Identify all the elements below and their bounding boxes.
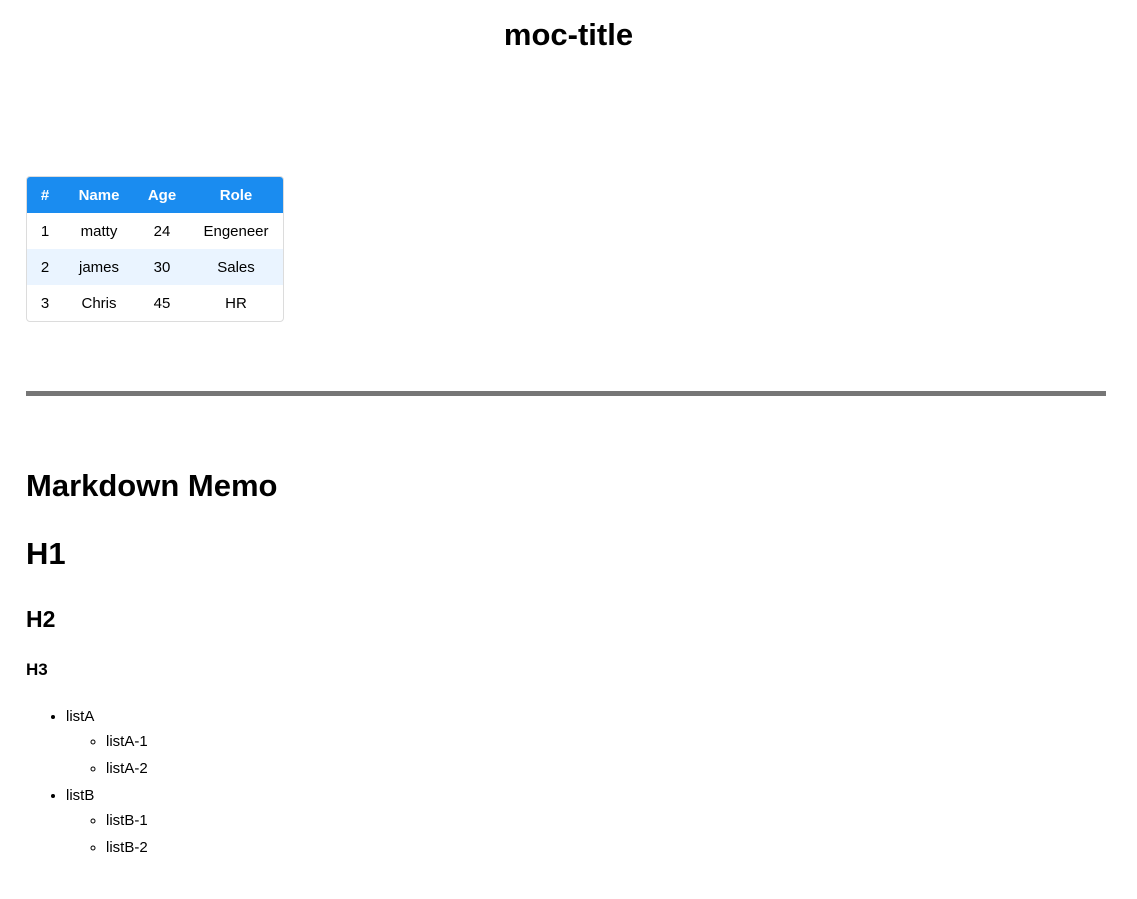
- list-item-label: listA: [66, 708, 95, 725]
- nested-list-item: listB-1: [106, 810, 148, 832]
- column-header-name: Name: [63, 177, 135, 213]
- table-cell: matty: [80, 222, 118, 240]
- table-cell: Chris: [81, 294, 117, 312]
- table-cell: Sales: [189, 249, 283, 285]
- page-title: moc-title: [503, 17, 634, 52]
- bullet-list: listA listA-1 listA-2 listB listB-1 list…: [26, 706, 148, 864]
- heading-h1: H1: [26, 536, 66, 571]
- table-cell: HR: [225, 294, 247, 312]
- heading-h2: H2: [26, 606, 56, 632]
- data-table: # Name Age Role 1 matty 24 Engeneer 2 ja…: [27, 177, 283, 321]
- table-row: 2 james 30 Sales: [27, 249, 283, 285]
- list-item: listA listA-1 listA-2: [66, 706, 148, 780]
- list-item: listB listB-1 listB-2: [66, 785, 148, 859]
- table-cell: 30: [135, 249, 189, 285]
- column-header-number: #: [27, 177, 63, 213]
- nested-list-item: listA-1: [106, 731, 148, 753]
- nested-list: listA-1 listA-2: [66, 731, 148, 780]
- nested-list-item: listB-2: [106, 837, 148, 859]
- table-cell: 45: [153, 294, 171, 312]
- list-item-label: listB: [66, 787, 95, 804]
- table-cell: 24: [153, 222, 171, 240]
- nested-list-item: listA-2: [106, 758, 148, 780]
- horizontal-divider: [26, 391, 1106, 396]
- table-cell: 2: [27, 249, 63, 285]
- column-header-role: Role: [189, 177, 283, 213]
- table-row: 3 Chris 45 HR: [27, 285, 283, 321]
- nested-list: listB-1 listB-2: [66, 810, 148, 859]
- table-header-row: # Name Age Role: [27, 177, 283, 213]
- heading-h3: H3: [26, 660, 48, 679]
- table-cell: james: [63, 249, 135, 285]
- memo-title: Markdown Memo: [26, 468, 278, 503]
- table-row: 1 matty 24 Engeneer: [27, 213, 283, 249]
- page: moc-title # Name Age Role 1 matty 24 Eng…: [0, 0, 1137, 899]
- user-table: # Name Age Role 1 matty 24 Engeneer 2 ja…: [26, 176, 284, 322]
- table-cell: 3: [40, 294, 50, 312]
- table-cell: 1: [40, 222, 50, 240]
- column-header-age: Age: [135, 177, 189, 213]
- table-cell: Engeneer: [203, 222, 269, 240]
